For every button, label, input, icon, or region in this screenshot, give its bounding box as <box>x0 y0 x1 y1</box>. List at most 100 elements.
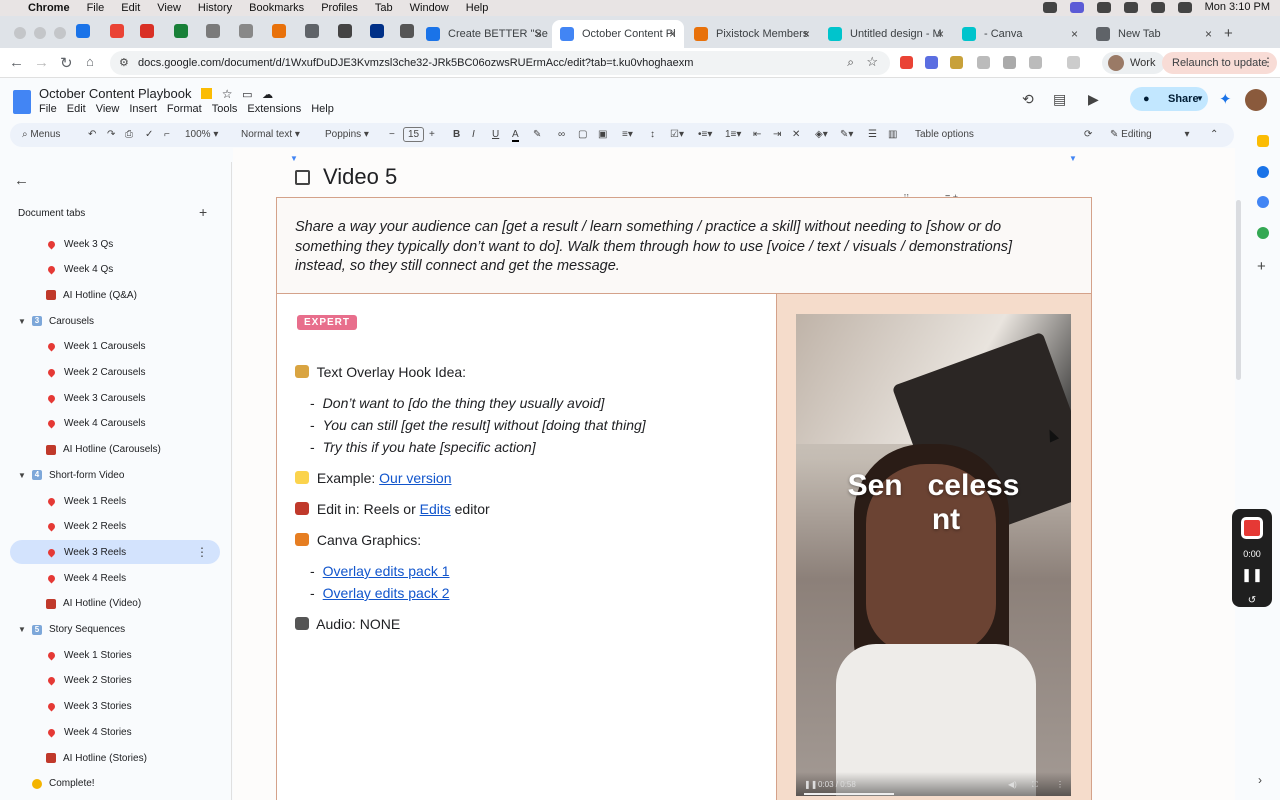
search-icon[interactable] <box>1177 1 1192 13</box>
sidebar-tab-item[interactable]: Week 4 Stories <box>10 720 220 744</box>
extension-icon[interactable] <box>900 56 913 69</box>
expand-caret-icon[interactable]: ▼ <box>18 471 26 480</box>
mac-menu-item[interactable]: File <box>87 2 105 14</box>
pinned-tab-icon[interactable] <box>206 24 220 38</box>
browser-tab[interactable]: New Tab × <box>1088 20 1220 48</box>
pinned-tab-icon[interactable] <box>338 24 352 38</box>
pinned-tab-gmail-icon[interactable] <box>140 24 154 38</box>
example-link[interactable]: Our version <box>379 470 451 486</box>
ai-icon[interactable]: ⟳ <box>1084 129 1092 140</box>
doc-menu-item[interactable]: File <box>39 103 57 115</box>
home-icon[interactable]: ⌂ <box>86 54 94 69</box>
tab-close-icon[interactable]: × <box>1205 27 1212 41</box>
border-dash-icon[interactable]: ▥ <box>888 129 897 140</box>
tab-close-icon[interactable]: × <box>535 27 542 41</box>
version-history-icon[interactable]: ⟲ <box>1022 91 1034 108</box>
sidebar-tab-item[interactable]: Complete! <box>10 772 220 796</box>
docs-logo-icon[interactable] <box>13 90 31 114</box>
doc-title[interactable]: October Content Playbook ☆ ▭ ☁ <box>39 86 273 101</box>
contacts-icon[interactable] <box>1257 196 1269 208</box>
add-on-plus-icon[interactable]: + <box>1257 258 1266 275</box>
sidebar-tab-item[interactable]: ▼ 5 Story Sequences <box>10 618 220 642</box>
tasks-icon[interactable] <box>1257 166 1269 178</box>
extension-icon[interactable] <box>1003 56 1016 69</box>
video-player[interactable]: Sen celess nt ❚❚ 0:03 / 0:58 ◀) ⛶ ⋮ <box>796 314 1071 796</box>
browser-menu-icon[interactable]: ⋮ <box>1262 55 1274 69</box>
increase-indent-icon[interactable]: ⇥ <box>773 129 781 140</box>
bookmark-star-icon[interactable]: ☆ <box>866 54 878 70</box>
sidebar-tab-item[interactable]: Week 2 Stories <box>10 669 220 693</box>
doc-menu-item[interactable]: Help <box>311 103 334 115</box>
extension-icon[interactable] <box>977 56 990 69</box>
mac-menu-item[interactable]: Profiles <box>321 2 358 14</box>
audio-icon[interactable] <box>1096 1 1111 13</box>
sidebar-tab-item[interactable]: Week 4 Qs <box>10 258 220 282</box>
user-avatar[interactable] <box>1245 89 1267 111</box>
expand-caret-icon[interactable]: ▼ <box>18 317 26 326</box>
prompt-text[interactable]: Share a way your audience can [get a res… <box>295 218 1055 277</box>
meet-icon[interactable]: ▶ <box>1088 91 1099 108</box>
pinned-tab-icon[interactable] <box>400 24 414 38</box>
clear-formatting-icon[interactable]: ✕ <box>792 129 800 140</box>
bold-icon[interactable]: B <box>453 129 460 140</box>
add-tab-plus-icon[interactable]: + <box>199 204 207 220</box>
new-tab-plus-icon[interactable]: + <box>1224 25 1233 42</box>
collapse-menus-icon[interactable]: ⌃ <box>1210 129 1218 140</box>
menu-app-name[interactable]: Chrome <box>28 2 70 14</box>
side-panel-icon[interactable] <box>1067 56 1080 69</box>
underline-icon[interactable]: U <box>492 129 499 140</box>
tab-close-icon[interactable]: × <box>669 27 676 41</box>
tab-options-icon[interactable]: ⋮ <box>196 545 208 559</box>
italic-icon[interactable]: I <box>472 129 475 140</box>
zoom-window-dot[interactable] <box>54 27 66 39</box>
checklist-icon[interactable]: ☑▾ <box>670 129 684 140</box>
chevron-down-icon[interactable]: ▼ <box>1196 87 1204 111</box>
print-icon[interactable]: ⎙ <box>125 129 133 140</box>
address-url[interactable]: docs.google.com/document/d/1WxufDuDJE3Kv… <box>138 57 693 69</box>
sidebar-tab-item[interactable]: ▼ 3 Carousels <box>10 309 220 333</box>
doc-menu-item[interactable]: Edit <box>67 103 86 115</box>
mac-menu-item[interactable]: View <box>157 2 181 14</box>
canva-pack-link[interactable]: Overlay edits pack 1 <box>323 563 450 579</box>
sidebar-tab-item[interactable]: Week 2 Reels <box>10 515 220 539</box>
text-color-icon[interactable]: A <box>512 129 519 142</box>
browser-tab[interactable]: October Content Pl × <box>552 20 684 48</box>
gemini-icon[interactable]: ✦ <box>1219 90 1232 108</box>
indent-marker-icon[interactable]: ▼ <box>290 154 302 163</box>
relaunch-button[interactable]: Relaunch to update <box>1162 52 1278 74</box>
pause-icon[interactable]: ❚❚ <box>804 780 817 789</box>
font-size-decrease-icon[interactable]: − <box>389 129 395 140</box>
fullscreen-icon[interactable]: ⛶ <box>1032 780 1038 790</box>
font-select[interactable]: Poppins ▾ <box>325 129 369 140</box>
pinned-tab-sheets-icon[interactable] <box>174 24 188 38</box>
pinned-tab-icon[interactable] <box>76 24 90 38</box>
undo-icon[interactable]: ↶ <box>88 129 96 140</box>
decrease-indent-icon[interactable]: ⇤ <box>753 129 761 140</box>
reload-icon[interactable]: ↻ <box>60 54 73 72</box>
sidebar-tab-item[interactable]: ▼ 4 Short-form Video <box>10 463 220 487</box>
cell-fill-icon[interactable]: ◈▾ <box>815 129 828 140</box>
bulleted-list-icon[interactable]: •≡▾ <box>698 129 712 140</box>
mac-menu-item[interactable]: Edit <box>121 2 140 14</box>
insert-image-icon[interactable]: ▣ <box>598 129 607 140</box>
font-size-input[interactable]: 15 <box>403 127 425 142</box>
doc-menu-item[interactable]: View <box>96 103 120 115</box>
search-menus-field[interactable]: ⌕ Menus <box>22 129 60 140</box>
mac-menu-item[interactable]: Bookmarks <box>249 2 304 14</box>
zoom-select[interactable]: 100% ▾ <box>185 129 218 140</box>
tab-close-icon[interactable]: × <box>937 27 944 41</box>
star-icon[interactable]: ☆ <box>222 87 233 101</box>
video-menu-icon[interactable]: ⋮ <box>1056 780 1064 789</box>
line-spacing-icon[interactable]: ↕ <box>650 129 655 140</box>
sidebar-tab-item[interactable]: Week 1 Stories <box>10 643 220 667</box>
indent-marker-icon[interactable]: ▼ <box>1069 154 1077 163</box>
cloud-status-icon[interactable]: ☁ <box>262 89 273 101</box>
edits-link[interactable]: Edits <box>420 501 451 517</box>
expand-caret-icon[interactable]: ▼ <box>18 625 26 634</box>
zoom-icon[interactable]: ⌕ <box>847 55 854 70</box>
vertical-scrollbar[interactable] <box>1236 200 1241 380</box>
doc-menu-item[interactable]: Format <box>167 103 202 115</box>
sidebar-tab-item[interactable]: Week 3 Stories <box>10 695 220 719</box>
share-button[interactable]: ● Share ▼ <box>1130 87 1208 111</box>
editing-mode-select[interactable]: ✎ Editing ▾ <box>1110 129 1190 140</box>
